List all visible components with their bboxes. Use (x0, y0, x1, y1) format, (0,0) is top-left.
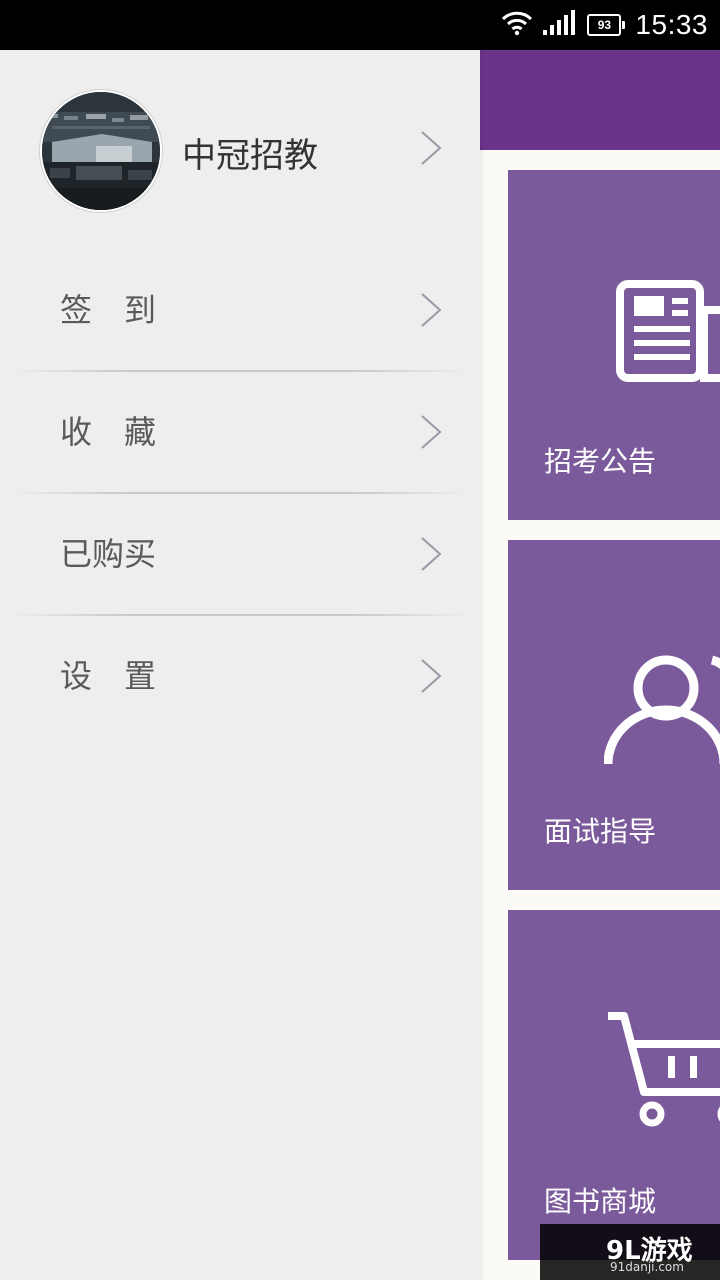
tile-label: 招考公告 (544, 445, 657, 478)
menu-item-label: 设 置 (60, 657, 157, 695)
menu-item-checkin[interactable]: 签 到 (0, 250, 480, 370)
status-icons: 93 15:33 (501, 0, 708, 50)
watermark-url: 91danji.com (610, 1260, 684, 1274)
battery-level: 93 (587, 14, 622, 36)
profile-row[interactable]: 中冠招教 (0, 90, 480, 212)
tile-bookstore[interactable]: 图书商城 (508, 910, 720, 1260)
menu-item-purchased[interactable]: 已购买 (0, 494, 480, 614)
tile-label: 面试指导 (544, 815, 657, 848)
clock: 15:33 (635, 9, 708, 40)
signal-icon (543, 10, 577, 40)
chevron-right-icon (420, 414, 442, 450)
cart-icon (606, 1010, 720, 1134)
users-icon (603, 652, 720, 776)
tile-interview-guide[interactable]: 面试指导 (508, 540, 720, 890)
app-header (480, 50, 720, 150)
chevron-right-icon (420, 130, 442, 166)
battery-icon: 93 (587, 14, 626, 36)
chevron-right-icon (420, 536, 442, 572)
navigation-drawer: 中冠招教 签 到 收 藏 已购买 设 置 (0, 50, 480, 1280)
newspaper-icon (616, 280, 720, 388)
chevron-right-icon (420, 292, 442, 328)
wifi-icon (501, 10, 533, 40)
watermark: 9L游戏 91danji.com (540, 1224, 720, 1280)
chevron-right-icon (420, 658, 442, 694)
profile-name: 中冠招教 (182, 137, 318, 175)
avatar[interactable] (40, 90, 162, 212)
menu-item-label: 签 到 (60, 291, 157, 329)
menu-item-label: 已购买 (60, 535, 157, 573)
menu-item-favorites[interactable]: 收 藏 (0, 372, 480, 492)
status-bar: 93 15:33 (0, 0, 720, 50)
menu-item-settings[interactable]: 设 置 (0, 616, 480, 736)
tile-label: 图书商城 (544, 1185, 657, 1218)
menu-item-label: 收 藏 (60, 413, 157, 451)
main-content: 招考公告 面试指导 图书商城 (480, 50, 720, 1280)
tile-announcements[interactable]: 招考公告 (508, 170, 720, 520)
